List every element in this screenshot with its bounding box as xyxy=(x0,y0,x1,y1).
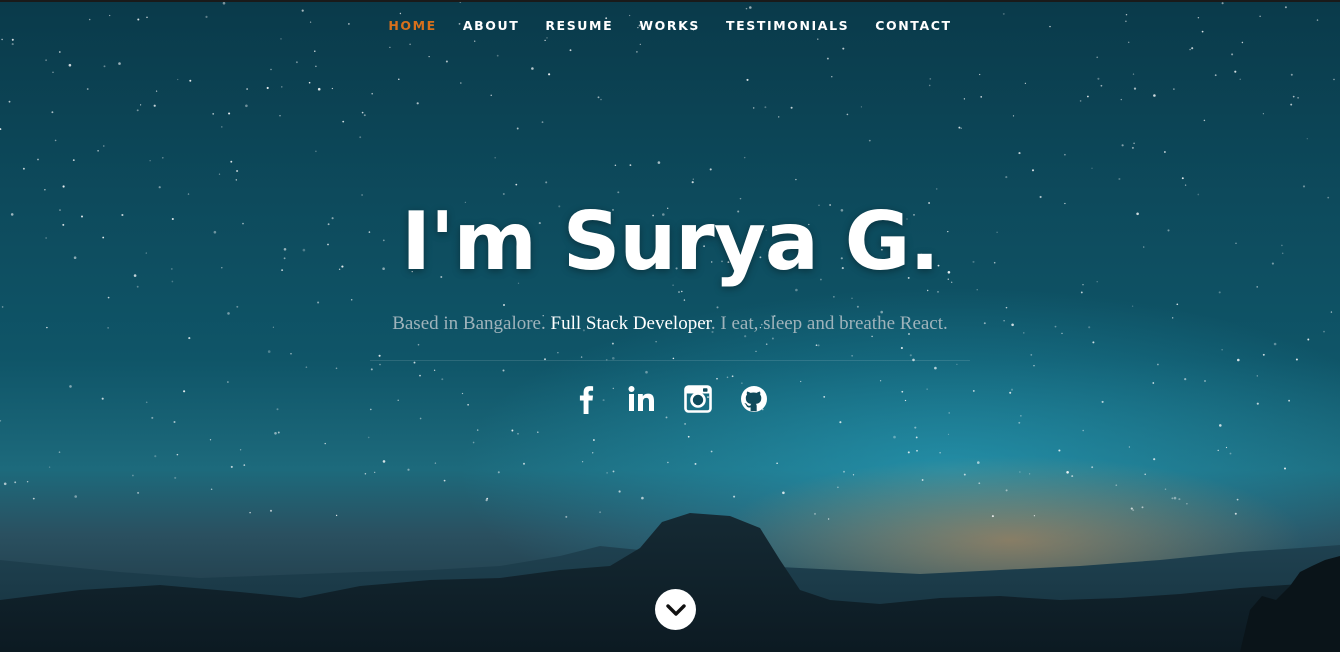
nav-about[interactable]: ABOUT xyxy=(450,17,533,35)
main-navigation: HOME ABOUT RESUME WORKS TESTIMONIALS CON… xyxy=(0,17,1340,35)
hero-divider xyxy=(370,360,970,361)
linkedin-icon xyxy=(628,386,654,411)
social-links xyxy=(0,384,1340,414)
hero-title: I'm Surya G. xyxy=(401,195,940,288)
github-link[interactable] xyxy=(740,384,768,414)
top-border xyxy=(0,0,1340,2)
facebook-link[interactable] xyxy=(572,384,600,414)
github-icon xyxy=(741,386,767,412)
nav-home[interactable]: HOME xyxy=(375,17,449,35)
nav-works[interactable]: WORKS xyxy=(626,17,713,35)
tagline-passion: . I eat, sleep and breathe React. xyxy=(710,313,948,334)
tagline-location: Based in Bangalore. xyxy=(392,313,551,334)
nav-contact[interactable]: CONTACT xyxy=(862,17,964,35)
hero-section: HOME ABOUT RESUME WORKS TESTIMONIALS CON… xyxy=(0,0,1340,652)
facebook-icon xyxy=(579,386,594,414)
linkedin-link[interactable] xyxy=(628,384,656,414)
nav-testimonials[interactable]: TESTIMONIALS xyxy=(713,17,862,35)
instagram-icon xyxy=(684,385,712,413)
nav-resume[interactable]: RESUME xyxy=(532,17,626,35)
instagram-link[interactable] xyxy=(684,384,712,414)
hero-tagline: Based in Bangalore. Full Stack Developer… xyxy=(0,313,1340,335)
tagline-role: Full Stack Developer xyxy=(550,313,711,334)
scroll-down-button[interactable] xyxy=(655,589,696,630)
chevron-down-icon xyxy=(665,603,686,616)
